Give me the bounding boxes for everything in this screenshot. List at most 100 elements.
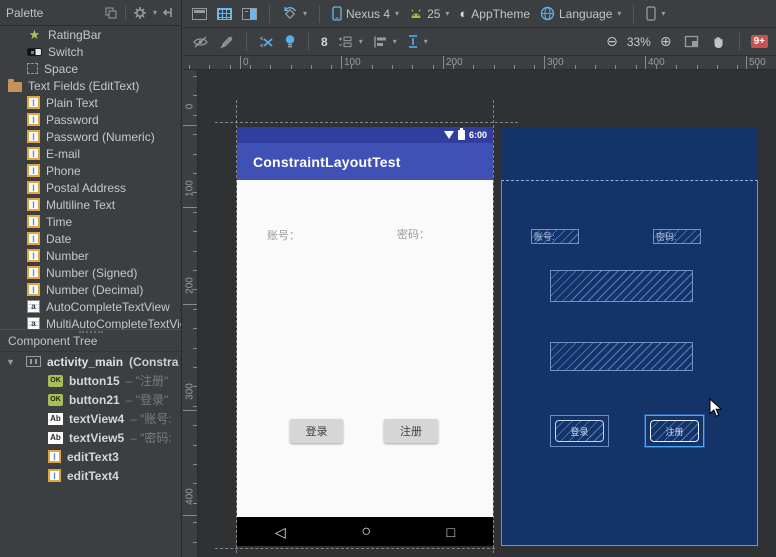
- tree-item-name: button21: [69, 392, 120, 407]
- selection-guide-bottom: [215, 548, 495, 549]
- design-canvas[interactable]: 0 100 200 300 400 6:00 ConstraintLayoutTest …: [183, 70, 776, 557]
- blueprint-edittext4[interactable]: [550, 342, 693, 371]
- nav-recents-icon[interactable]: □: [447, 525, 455, 539]
- error-count-badge[interactable]: 9+: [750, 35, 768, 48]
- palette-title: Palette: [6, 5, 44, 20]
- palette-item-label: Text Fields (EditText): [28, 78, 140, 93]
- palette-item-plain-text[interactable]: I Plain Text: [0, 94, 181, 111]
- minimize-panel-icon[interactable]: [162, 6, 175, 19]
- tree-item-name: textView4: [69, 411, 125, 426]
- palette-item-postal-address[interactable]: I Postal Address: [0, 179, 181, 196]
- login-button[interactable]: 登录: [290, 419, 343, 443]
- nav-home-icon[interactable]: ○: [361, 523, 371, 540]
- device-frame-button[interactable]: ▾: [643, 4, 668, 23]
- palette-item-label: Number (Decimal): [46, 282, 144, 297]
- blueprint-edittext3[interactable]: [550, 270, 693, 302]
- device-icon: [646, 6, 657, 21]
- api-selector[interactable]: 25 ▾: [406, 5, 452, 23]
- ruler-tick: [697, 65, 698, 69]
- edittext-icon: I: [48, 450, 61, 463]
- tree-item-editText3[interactable]: IeditText3: [0, 447, 181, 466]
- tree-item-textView5[interactable]: Ab textView5 – "密码:: [0, 428, 181, 447]
- palette-item-password[interactable]: I Password: [0, 111, 181, 128]
- zoom-in-button[interactable]: ⊕: [657, 31, 675, 52]
- blueprint-register-button[interactable]: 注册: [645, 415, 704, 447]
- ruler-tick-major: [183, 304, 197, 305]
- align-button[interactable]: ▾: [370, 33, 400, 51]
- autocomplete-icon: a: [27, 317, 40, 329]
- ruler-tick: [193, 134, 197, 135]
- design-editor: ▾ Nexus 4 ▾ 25 ▾ ◐ AppTheme Language ▾ ▾…: [183, 0, 776, 557]
- pack-button[interactable]: ▾: [335, 33, 366, 51]
- split-mode-button[interactable]: [239, 6, 260, 22]
- pan-button[interactable]: [708, 32, 728, 51]
- palette-item-number[interactable]: I Number: [0, 247, 181, 264]
- design-mode-button[interactable]: [189, 6, 210, 22]
- settings-gear-icon[interactable]: [133, 6, 147, 20]
- register-button[interactable]: 注册: [384, 419, 438, 443]
- gear-dropdown-icon[interactable]: ▾: [153, 8, 157, 17]
- palette-item-ratingbar[interactable]: ★ RatingBar: [0, 26, 181, 43]
- tree-item-activity_main[interactable]: ▼ activity_main (Constra: [0, 352, 181, 371]
- palette-item-time[interactable]: I Time: [0, 213, 181, 230]
- palette-item-autocompletetextview[interactable]: a AutoCompleteTextView: [0, 298, 181, 315]
- account-label[interactable]: 账号：: [267, 227, 300, 243]
- zoom-to-fit-button[interactable]: [681, 33, 702, 50]
- distribute-icon: [408, 35, 417, 48]
- blueprint-mode-icon: [217, 7, 232, 20]
- copy-icon[interactable]: [104, 6, 118, 20]
- divider: [633, 4, 635, 23]
- language-label: Language: [559, 6, 613, 21]
- palette-item-number-signed[interactable]: I Number (Signed): [0, 264, 181, 281]
- ruler-tick-major: [746, 56, 747, 69]
- palette-item-date[interactable]: I Date: [0, 230, 181, 247]
- ruler-tick-major: [341, 56, 342, 69]
- autoconnect-button[interactable]: [216, 33, 237, 51]
- pack-icon: [338, 36, 352, 47]
- device-selector[interactable]: Nexus 4 ▾: [329, 4, 402, 23]
- theme-name: AppTheme: [471, 6, 530, 21]
- design-view[interactable]: 6:00 ConstraintLayoutTest 账号： 密码： 登录 注册 …: [237, 127, 493, 546]
- distribute-button[interactable]: ▾: [404, 32, 431, 51]
- mouse-cursor: [709, 398, 723, 417]
- expander-icon[interactable]: ▼: [6, 357, 20, 367]
- tree-item-button21[interactable]: OK button21 – "登录": [0, 390, 181, 409]
- component-tree-title: Component Tree: [8, 333, 98, 348]
- zoom-out-button[interactable]: ⊖: [603, 31, 621, 52]
- api-level: 25: [427, 6, 441, 21]
- orientation-button[interactable]: ▾: [279, 4, 310, 23]
- blueprint-account-label[interactable]: 账号:: [531, 229, 579, 244]
- palette-item-e-mail[interactable]: I E-mail: [0, 145, 181, 162]
- infer-constraints-button[interactable]: [281, 32, 299, 51]
- tree-item-editText4[interactable]: IeditText4: [0, 466, 181, 485]
- palette-item-number-decimal[interactable]: I Number (Decimal): [0, 281, 181, 298]
- ruler-tick: [494, 65, 495, 69]
- palette-item-password-numeric[interactable]: I Password (Numeric): [0, 128, 181, 145]
- palette-item-label: Plain Text: [46, 95, 98, 110]
- palette-item-text-fields-edittext[interactable]: Text Fields (EditText): [0, 77, 181, 94]
- blueprint-view[interactable]: 账号: 密码: 登录 注册: [501, 127, 758, 546]
- palette-item-multiautocompletetextview[interactable]: a MultiAutoCompleteTextView: [0, 315, 181, 329]
- nav-back-icon[interactable]: ◁: [275, 525, 286, 539]
- locale-selector[interactable]: Language ▾: [537, 4, 624, 23]
- edittext-icon: I: [27, 181, 40, 194]
- password-label[interactable]: 密码：: [397, 226, 430, 242]
- blueprint-mode-button[interactable]: [214, 6, 235, 22]
- default-margin-button[interactable]: 8: [318, 33, 331, 51]
- palette-item-space[interactable]: Space: [0, 60, 181, 77]
- component-tree-header[interactable]: Component Tree: [0, 330, 181, 352]
- palette-item-multiline-text[interactable]: I Multiline Text: [0, 196, 181, 213]
- tree-item-textView4[interactable]: Ab textView4 – "账号:: [0, 409, 181, 428]
- tree-item-button15[interactable]: OK button15 – "注册": [0, 371, 181, 390]
- theme-selector[interactable]: ◐ AppTheme: [456, 4, 533, 23]
- ruler-tick: [193, 522, 197, 523]
- view-options-button[interactable]: [189, 33, 212, 51]
- palette-item-switch[interactable]: Switch: [0, 43, 181, 60]
- ruler-tick: [193, 154, 197, 155]
- blueprint-login-button[interactable]: 登录: [550, 415, 609, 447]
- clear-constraints-button[interactable]: [256, 33, 277, 51]
- configuration-toolbar: ▾ Nexus 4 ▾ 25 ▾ ◐ AppTheme Language ▾ ▾: [183, 0, 776, 28]
- palette-item-phone[interactable]: I Phone: [0, 162, 181, 179]
- blueprint-password-label[interactable]: 密码:: [653, 229, 701, 244]
- theme-icon: ◐: [459, 6, 468, 21]
